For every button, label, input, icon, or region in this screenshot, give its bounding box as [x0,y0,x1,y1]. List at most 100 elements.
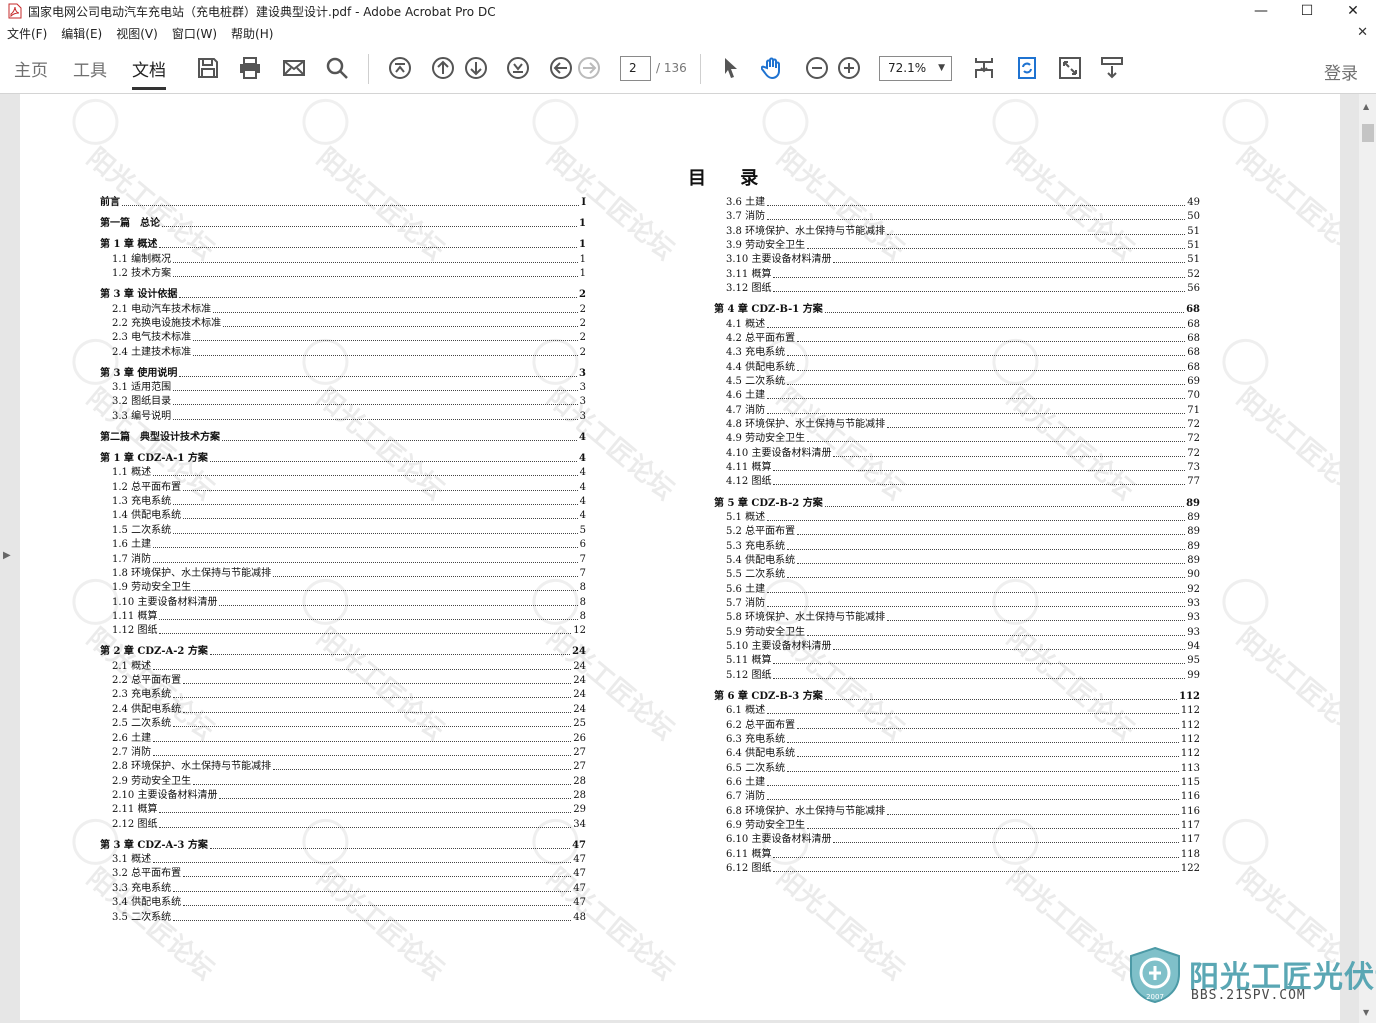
toc-section-entry[interactable]: 5.3 充电系统 89 [714,538,1200,552]
next-view-icon[interactable] [577,56,601,80]
previous-view-icon[interactable] [549,56,573,80]
toc-section-entry[interactable]: 5.6 土建 92 [714,581,1200,595]
toc-section-entry[interactable]: 2.7 消防 27 [100,744,586,758]
search-icon[interactable] [325,56,349,80]
toc-section-entry[interactable]: 4.9 劳动安全卫生 72 [714,430,1200,444]
hand-tool-icon[interactable] [761,56,785,80]
toc-section-entry[interactable]: 3.2 图纸目录 3 [100,393,586,407]
toc-section-entry[interactable]: 3.12 图纸 56 [714,280,1200,294]
toc-section-entry[interactable]: 5.5 二次系统 90 [714,566,1200,580]
rotate-page-icon[interactable] [1015,56,1039,80]
toc-section-entry[interactable]: 2.2 充换电设施技术标准 2 [100,315,586,329]
toc-section-entry[interactable]: 3.4 供配电系统 47 [100,894,586,908]
toc-section-entry[interactable]: 1.9 劳动安全卫生 8 [100,579,586,593]
last-page-icon[interactable] [506,56,530,80]
toc-section-entry[interactable]: 5.11 概算 95 [714,652,1200,666]
menu-help[interactable]: 帮助(H) [224,25,280,42]
toc-section-entry[interactable]: 1.12 图纸 12 [100,622,586,636]
toc-section-entry[interactable]: 5.7 消防 93 [714,595,1200,609]
toc-section-entry[interactable]: 6.2 总平面布置 112 [714,717,1200,731]
toc-section-entry[interactable]: 3.2 总平面布置 47 [100,865,586,879]
page-number-input[interactable]: 2 [620,56,651,81]
toc-section-entry[interactable]: 2.5 二次系统 25 [100,715,586,729]
close-document-icon[interactable]: ✕ [1357,25,1368,40]
toc-chapter-entry[interactable]: 第 3 章 CDZ-A-3 方案 47 [100,837,586,851]
toc-section-entry[interactable]: 3.6 土建 49 [714,194,1200,208]
toc-section-entry[interactable]: 1.3 充电系统 4 [100,493,586,507]
toc-section-entry[interactable]: 4.5 二次系统 69 [714,373,1200,387]
toc-section-entry[interactable]: 3.1 适用范围 3 [100,379,586,393]
scroll-mode-icon[interactable] [972,56,996,80]
toc-section-entry[interactable]: 4.6 土建 70 [714,387,1200,401]
toc-section-entry[interactable]: 2.3 电气技术标准 2 [100,329,586,343]
print-icon[interactable] [238,56,262,80]
toc-chapter-entry[interactable]: 第 5 章 CDZ-B-2 方案 89 [714,495,1200,509]
toc-chapter-entry[interactable]: 第 1 章 CDZ-A-1 方案 4 [100,450,586,464]
toc-section-entry[interactable]: 5.2 总平面布置 89 [714,523,1200,537]
toc-section-entry[interactable]: 1.5 二次系统 5 [100,522,586,536]
toc-section-entry[interactable]: 2.4 供配电系统 24 [100,701,586,715]
minimize-button[interactable]: — [1238,0,1284,22]
menu-window[interactable]: 窗口(W) [165,25,224,42]
toc-section-entry[interactable]: 4.4 供配电系统 68 [714,359,1200,373]
toc-section-entry[interactable]: 6.6 土建 115 [714,774,1200,788]
menu-edit[interactable]: 编辑(E) [54,25,109,42]
next-page-icon[interactable] [464,56,488,80]
zoom-select[interactable]: 72.1% ▼ [879,56,952,81]
toc-section-entry[interactable]: 6.4 供配电系统 112 [714,745,1200,759]
toc-section-entry[interactable]: 2.12 图纸 34 [100,816,586,830]
toc-section-entry[interactable]: 6.8 环境保护、水土保持与节能减排 116 [714,803,1200,817]
toc-section-entry[interactable]: 1.1 概述 4 [100,464,586,478]
zoom-out-icon[interactable] [805,56,829,80]
toc-chapter-entry[interactable]: 第一篇 总论 1 [100,215,586,229]
toc-section-entry[interactable]: 1.6 土建 6 [100,536,586,550]
zoom-in-icon[interactable] [837,56,861,80]
scrollbar-thumb[interactable] [1362,124,1374,142]
toc-section-entry[interactable]: 2.1 概述 24 [100,658,586,672]
toc-section-entry[interactable]: 3.8 环境保护、水土保持与节能减排 51 [714,223,1200,237]
toc-section-entry[interactable]: 2.9 劳动安全卫生 28 [100,773,586,787]
toc-section-entry[interactable]: 6.10 主要设备材料清册 117 [714,831,1200,845]
toc-chapter-entry[interactable]: 第二篇 典型设计技术方案 4 [100,429,586,443]
toc-section-entry[interactable]: 2.1 电动汽车技术标准 2 [100,301,586,315]
toc-chapter-entry[interactable]: 第 1 章 概述 1 [100,236,586,250]
expand-left-panel-icon[interactable]: ▶ [3,550,11,561]
toc-section-entry[interactable]: 3.3 编号说明 3 [100,408,586,422]
toc-section-entry[interactable]: 4.10 主要设备材料清册 72 [714,445,1200,459]
toc-section-entry[interactable]: 1.10 主要设备材料清册 8 [100,594,586,608]
toc-section-entry[interactable]: 6.1 概述 112 [714,702,1200,716]
toc-section-entry[interactable]: 1.1 编制概况 1 [100,251,586,265]
toc-chapter-entry[interactable]: 第 2 章 CDZ-A-2 方案 24 [100,643,586,657]
toc-chapter-entry[interactable]: 第 3 章 使用说明 3 [100,365,586,379]
toc-section-entry[interactable]: 1.11 概算 8 [100,608,586,622]
toc-section-entry[interactable]: 5.4 供配电系统 89 [714,552,1200,566]
toc-section-entry[interactable]: 3.11 概算 52 [714,266,1200,280]
select-cursor-icon[interactable] [719,56,743,80]
toc-section-entry[interactable]: 4.11 概算 73 [714,459,1200,473]
menu-view[interactable]: 视图(V) [109,25,165,42]
toc-section-entry[interactable]: 3.5 二次系统 48 [100,909,586,923]
toc-section-entry[interactable]: 3.1 概述 47 [100,851,586,865]
toc-section-entry[interactable]: 1.2 总平面布置 4 [100,479,586,493]
read-mode-icon[interactable] [1100,56,1124,80]
toc-section-entry[interactable]: 2.4 土建技术标准 2 [100,344,586,358]
toc-section-entry[interactable]: 5.8 环境保护、水土保持与节能减排 93 [714,609,1200,623]
toc-section-entry[interactable]: 6.3 充电系统 112 [714,731,1200,745]
scroll-up-icon[interactable]: ▲ [1363,102,1369,111]
toc-section-entry[interactable]: 1.2 技术方案 1 [100,265,586,279]
vertical-scrollbar[interactable]: ▲ ▼ [1359,94,1376,1023]
tab-home[interactable]: 主页 [14,56,48,90]
toc-section-entry[interactable]: 3.3 充电系统 47 [100,880,586,894]
toc-section-entry[interactable]: 2.6 土建 26 [100,730,586,744]
toc-section-entry[interactable]: 6.7 消防 116 [714,788,1200,802]
close-button[interactable]: ✕ [1330,0,1376,22]
menu-file[interactable]: 文件(F) [0,25,54,42]
toc-chapter-entry[interactable]: 第 4 章 CDZ-B-1 方案 68 [714,301,1200,315]
toc-section-entry[interactable]: 1.7 消防 7 [100,551,586,565]
toc-section-entry[interactable]: 6.9 劳动安全卫生 117 [714,817,1200,831]
toc-section-entry[interactable]: 3.9 劳动安全卫生 51 [714,237,1200,251]
toc-section-entry[interactable]: 6.5 二次系统 113 [714,760,1200,774]
tab-document[interactable]: 文档 [132,56,166,90]
toc-section-entry[interactable]: 5.1 概述 89 [714,509,1200,523]
toc-section-entry[interactable]: 4.3 充电系统 68 [714,344,1200,358]
